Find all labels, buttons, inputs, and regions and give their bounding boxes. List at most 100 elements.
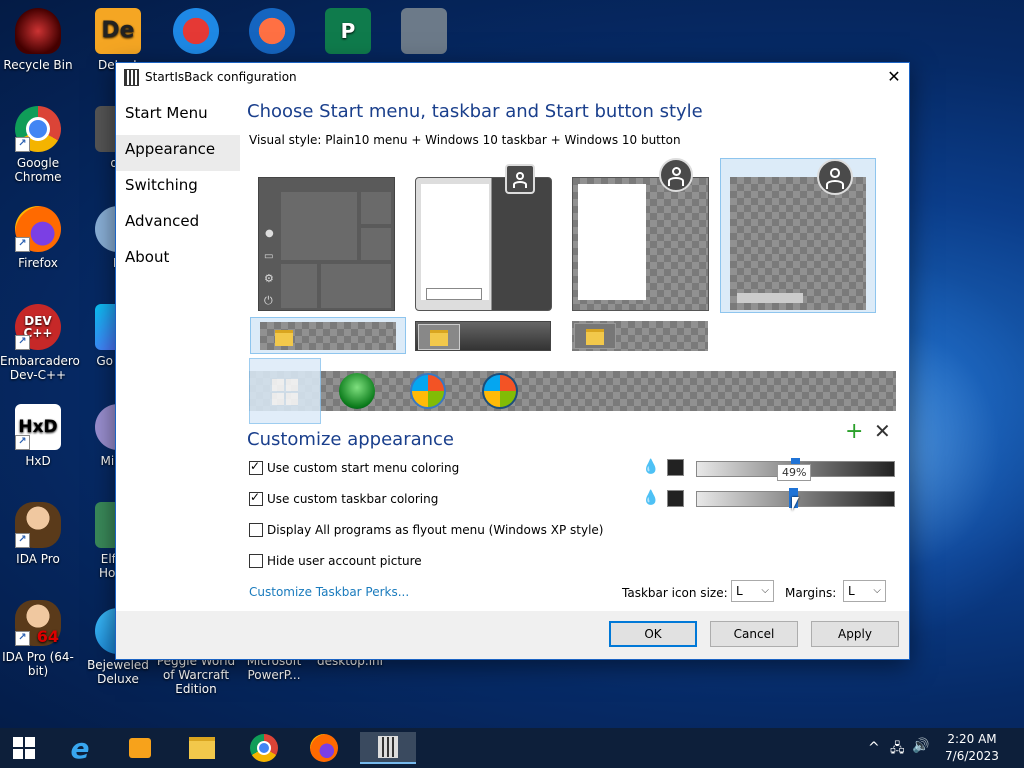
margins-select[interactable]: L ⌵ [843,580,886,602]
sidebar-item-start-menu[interactable]: Start Menu [116,99,240,135]
dialog-titlebar: StartIsBack configuration ✕ [116,63,909,91]
taskbar-color-swatch[interactable] [667,490,684,507]
sidebar-item-switching[interactable]: Switching [116,171,240,207]
publisher-icon: P [325,8,371,54]
start-menu-color-swatch[interactable] [667,459,684,476]
desktop-icon-ida-pro[interactable]: ↗ IDA Pro [0,502,76,566]
start-menu-style-plain8[interactable] [572,158,709,311]
network-icon[interactable]: 🖧 [890,739,905,761]
windows-logo-icon [13,737,35,759]
user-avatar-icon [659,158,693,192]
detect-it-easy-icon: De [95,8,141,54]
option-hide-user-picture[interactable]: Hide user account picture [249,554,422,568]
taskbar-startisback[interactable] [360,732,416,764]
folder-icon [189,737,215,759]
checkbox[interactable] [249,490,263,506]
start-menu-style-plain10[interactable] [720,158,876,313]
volume-icon[interactable]: 🔊 [912,738,929,754]
desktop-icon-recycle-bin[interactable]: Recycle Bin [0,8,76,72]
folder-icon [430,330,448,346]
close-icon[interactable]: ✕ [874,419,891,443]
taskbar-style-windows10[interactable] [250,317,406,354]
power-icon: ⏻ [264,294,273,307]
taskbar-icon-size-label: Taskbar icon size: [622,586,728,600]
start-button-style-windows10[interactable] [249,358,321,424]
taskbar-chrome[interactable] [244,732,284,764]
sidebar-item-advanced[interactable]: Advanced [116,207,240,243]
cancel-button[interactable]: Cancel [710,621,798,647]
desktop-icon-top-5[interactable]: P [310,8,386,58]
chevron-down-icon: ⌵ [873,585,881,596]
taskbar-clock-time[interactable]: 2:20 AM [940,732,1004,746]
firefox-icon: ↗ [15,206,61,252]
startisback-icon [124,69,139,86]
sidebar-item-about[interactable]: About [116,243,240,279]
ok-button[interactable]: OK [609,621,697,647]
gear-icon: ⚙ [264,272,274,285]
taskbar-icon-size-select[interactable]: L ⌵ [731,580,774,602]
settings-file-icon [401,8,447,54]
desktop-icon-top-4[interactable] [234,8,310,58]
start-button[interactable] [4,732,44,764]
margins-label: Margins: [785,586,837,600]
desktop-icon-peggle[interactable]: Peggle World of Warcraft Edition [156,654,236,696]
hxd-icon: HxD ↗ [15,404,61,450]
devcpp-icon: DEV C++ ↗ [15,304,61,350]
desktop-icon-hxd[interactable]: HxD ↗ HxD [0,404,76,468]
checkbox[interactable] [249,459,263,475]
windows-logo-icon [272,379,298,405]
user-avatar-icon [505,164,535,194]
show-hidden-icons-chevron[interactable]: ^ [868,740,880,756]
desktop-icon-ida-pro-64[interactable]: 64 ↗ IDA Pro (64-bit) [0,600,76,678]
start-button-style-clover[interactable] [339,373,375,409]
checkbox[interactable] [249,523,263,537]
folder-icon [586,329,604,345]
taskbar-file-explorer[interactable] [182,732,222,764]
transparency-drop-icon: 💧 [642,490,660,506]
taskbar-firefox[interactable] [304,732,344,764]
user-avatar-icon [817,159,853,195]
taskbar-media-player[interactable] [120,732,160,764]
visual-style-label: Visual style: Plain10 menu + Windows 10 … [249,133,681,147]
settings-sidebar: Start Menu Appearance Switching Advanced… [116,99,240,279]
recycle-bin-icon [15,8,61,54]
ida-pro-icon: ↗ [15,502,61,548]
start-button-style-vista-orb[interactable] [482,373,518,409]
desktop-icon-top-6[interactable] [386,8,462,58]
start-menu-style-windows7[interactable] [415,164,552,311]
startisback-icon [378,736,398,758]
option-all-programs-flyout[interactable]: Display All programs as flyout menu (Win… [249,523,603,537]
chrome-icon: ↗ [15,106,61,152]
desktop-icon-chrome[interactable]: ↗ Google Chrome [0,106,76,184]
start-menu-style-windows10[interactable]: ● ▭ ⚙ ⏻ [258,177,395,311]
dialog-title: StartIsBack configuration [145,70,297,84]
desktop-icon-devcpp[interactable]: DEV C++ ↗ Embarcadero Dev-C++ [0,304,80,382]
user-icon: ● [265,228,274,239]
sidebar-item-appearance[interactable]: Appearance [116,135,240,171]
option-custom-taskbar-coloring[interactable]: Use custom taskbar coloring [249,490,438,506]
taskbar-internet-explorer[interactable]: e [60,732,100,765]
plus-icon[interactable]: + [845,419,863,444]
option-custom-start-menu-coloring[interactable]: Use custom start menu coloring [249,459,459,475]
dialog-footer: OK Cancel Apply [116,611,909,659]
media-player-icon [129,738,151,758]
chrome-icon [250,734,278,762]
start-button-style-windows7-orb[interactable] [410,373,446,409]
folder-icon [275,330,293,346]
desktop-icon-firefox[interactable]: ↗ Firefox [0,206,76,270]
slider-value-tooltip: 49% [777,464,812,481]
taskbar-clock-date[interactable]: 7/6/2023 [940,749,1004,763]
customize-appearance-title: Customize appearance [247,429,454,450]
transparency-drop-icon: 💧 [642,459,660,475]
menu-programs-pane [421,184,489,300]
tile-grid [281,192,391,308]
customize-taskbar-perks-link[interactable]: Customize Taskbar Perks... [249,585,409,599]
apply-button[interactable]: Apply [811,621,899,647]
checkbox[interactable] [249,554,263,568]
desktop-icon-top-3[interactable] [158,8,234,58]
taskbar-style-windows7[interactable] [415,321,551,351]
startisback-config-dialog: StartIsBack configuration ✕ Start Menu A… [115,62,910,660]
close-icon[interactable]: ✕ [879,63,909,91]
plain10-preview [730,177,866,310]
taskbar-style-windows8[interactable] [572,321,708,351]
